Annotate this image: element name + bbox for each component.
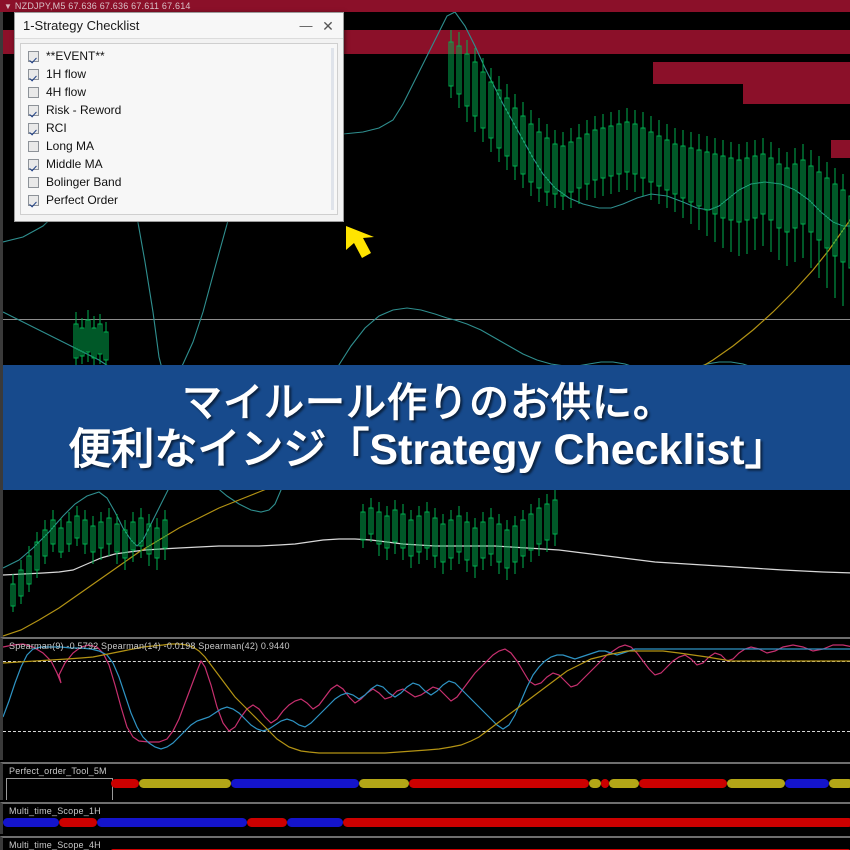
mts1h-seg-blue-2 [97,818,247,827]
checklist-row-1h-flow[interactable]: 1H flow [21,65,337,83]
checklist-scrollbar[interactable] [331,48,334,210]
mts1h-seg-blue-3 [287,818,343,827]
arrow-pointer-icon [346,226,374,258]
checklist-label: Middle MA [46,157,103,171]
po-seg-olive-4 [609,779,639,788]
checklist-row-bolinger-band[interactable]: Bolinger Band [21,173,337,191]
checkbox-icon[interactable] [28,176,39,188]
minimize-icon[interactable]: — [297,17,315,35]
collapse-caret-icon[interactable]: ▼ [4,1,12,12]
spearman-series-svg [3,643,850,754]
multi-time-scope-4h-label: Multi_time_Scope_4H [9,840,101,850]
multi-time-scope-1h-label: Multi_time_Scope_1H [9,806,101,816]
po-seg-olive-6 [829,779,850,788]
checklist-label: **EVENT** [46,49,105,63]
mt4-terminal-screenshot: ▼NZDJPY,M5 67.636 67.636 67.611 67.614 [0,0,850,850]
checklist-label: RCI [46,121,67,135]
mts1h-seg-red-2 [247,818,287,827]
checkbox-icon[interactable] [28,140,39,152]
po-seg-olive-5 [727,779,785,788]
checkbox-icon[interactable] [28,194,39,206]
po-seg-red-3 [601,779,609,788]
checklist-label: 4H flow [46,85,87,99]
checklist-row-long-ma[interactable]: Long MA [21,137,337,155]
spearman-panel-label: Spearman(9) -0.5792 Spearman(14) -0.0198… [9,641,290,651]
perfect-order-panel-label: Perfect_order_Tool_5M [9,766,107,776]
checklist-row-event[interactable]: **EVENT** [21,47,337,65]
strategy-checklist-dialog[interactable]: 1-Strategy Checklist — ✕ **EVENT** 1H fl… [14,12,344,222]
po-seg-red-2 [409,779,589,788]
chart-window-title: NZDJPY,M5 67.636 67.636 67.611 67.614 [14,1,191,11]
mts1h-seg-blue-1 [3,818,59,827]
checklist-label: Long MA [46,139,95,153]
po-seg-olive-2 [359,779,409,788]
perfect-order-panel[interactable]: Perfect_order_Tool_5M [0,762,850,800]
checklist-label: 1H flow [46,67,87,81]
po-seg-olive-3 [589,779,601,788]
checklist-row-middle-ma[interactable]: Middle MA [21,155,337,173]
checkbox-icon[interactable] [28,86,39,98]
multi-time-scope-4h-panel[interactable]: Multi_time_Scope_4H [0,836,850,850]
checklist-row-4h-flow[interactable]: 4H flow [21,83,337,101]
checklist-row-risk-reword[interactable]: Risk - Reword [21,101,337,119]
perfect-order-band [111,779,850,788]
mts1h-seg-red-3 [343,818,850,827]
dialog-title: 1-Strategy Checklist [23,18,140,33]
chart-window-titlebar[interactable]: ▼ NZDJPY,M5 67.636 67.636 67.611 67.614 [0,0,850,12]
checkbox-icon[interactable] [28,50,39,62]
checkbox-icon[interactable] [28,158,39,170]
checklist-row-rci[interactable]: RCI [21,119,337,137]
po-seg-blue-2 [785,779,829,788]
promo-banner-line1: マイルール作りのお供に。 [182,380,674,425]
multi-time-scope-1h-band [3,818,850,827]
checklist-label: Bolinger Band [46,175,122,189]
promo-banner: マイルール作りのお供に。 便利なインジ「Strategy Checklist」 [3,365,850,490]
po-seg-red-4 [639,779,727,788]
checkbox-icon[interactable] [28,122,39,134]
perfect-order-info-box [6,778,113,800]
checkbox-icon[interactable] [28,104,39,116]
checklist-row-perfect-order[interactable]: Perfect Order [21,191,337,209]
multi-time-scope-1h-panel[interactable]: Multi_time_Scope_1H [0,802,850,834]
promo-banner-line2: 便利なインジ「Strategy Checklist」 [68,425,788,474]
checklist-items: **EVENT** 1H flow 4H flow Risk - Reword … [21,44,337,209]
checklist-label: Perfect Order [46,193,119,207]
checklist-body: **EVENT** 1H flow 4H flow Risk - Reword … [20,43,338,215]
po-seg-blue-1 [231,779,359,788]
dialog-titlebar[interactable]: 1-Strategy Checklist — ✕ [15,13,343,39]
close-icon[interactable]: ✕ [319,17,337,35]
checklist-label: Risk - Reword [46,103,122,117]
checkbox-icon[interactable] [28,68,39,80]
po-seg-olive-1 [139,779,231,788]
mts1h-seg-red-1 [59,818,97,827]
spearman-panel[interactable]: Spearman(9) -0.5792 Spearman(14) -0.0198… [0,637,850,760]
po-seg-red-1 [111,779,139,788]
